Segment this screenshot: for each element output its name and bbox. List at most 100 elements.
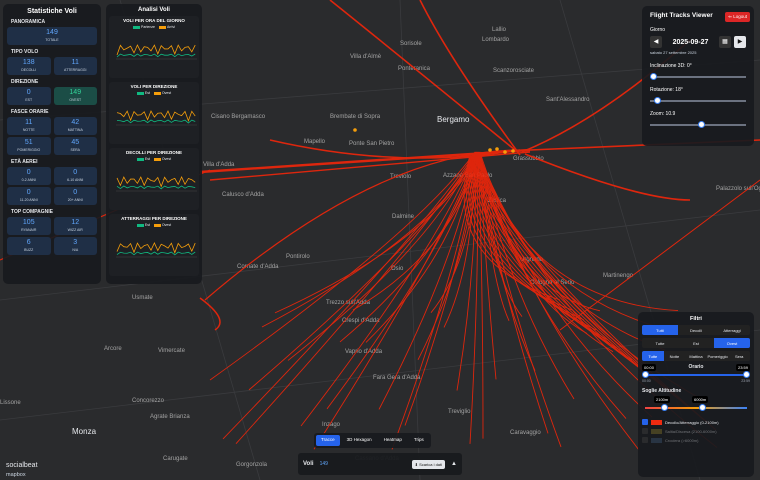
alt-high-checkbox[interactable] bbox=[642, 437, 648, 443]
place-label: Agrate Brianza bbox=[150, 414, 190, 420]
filter-atterraggi[interactable]: Atterraggi bbox=[714, 325, 750, 335]
place-label: Caravaggio bbox=[510, 430, 541, 436]
expand-caret-icon[interactable]: ▲ bbox=[451, 461, 457, 467]
stat-pomeriggio: 51 POMERIGGIO bbox=[7, 137, 51, 155]
time-range[interactable]: 00:00 Orario 23:59 00:00 23:59 bbox=[642, 364, 750, 384]
flight-track bbox=[329, 0, 516, 151]
place-label: Inzago bbox=[322, 422, 341, 428]
statistics-panel: Statistiche Voli PANORAMICA 149 TOTALE TI… bbox=[3, 4, 101, 284]
stat-eta-0-2: 0 0-2 ANNI bbox=[7, 167, 51, 185]
filter-sera[interactable]: Sera bbox=[728, 351, 750, 361]
stat-sera: 45 SERA bbox=[53, 137, 97, 155]
alt-low-checkbox[interactable] bbox=[642, 419, 648, 425]
place-label: Scanzorosciate bbox=[493, 68, 535, 74]
flights-label: Voli bbox=[303, 461, 314, 467]
section-tipo: TIPO VOLO bbox=[11, 49, 39, 55]
alt-mid-checkbox[interactable] bbox=[642, 428, 648, 434]
brand-logo: socialbeat bbox=[6, 462, 38, 469]
analysis-chart-2: VOLI PER DIREZIONE Est Ovest bbox=[109, 82, 199, 144]
tilt-label: Inclinazione 3D: 0° bbox=[650, 63, 692, 69]
section-eta: ETÀ AEREI bbox=[11, 159, 38, 165]
stat-na: 3 N/A bbox=[53, 237, 97, 255]
series-line-1 bbox=[116, 251, 196, 256]
filter-decolli[interactable]: Decolli bbox=[678, 325, 714, 335]
flight-track bbox=[326, 151, 479, 410]
zoom-knob[interactable] bbox=[698, 121, 706, 128]
place-label: Sant'Alessandro bbox=[546, 97, 590, 103]
place-label: Treviglio bbox=[448, 409, 471, 415]
analysis-chart-4: ATTERRAGGI PER DIREZIONE Est Ovest bbox=[109, 214, 199, 276]
logout-button[interactable]: ⇐ Logout bbox=[725, 12, 750, 22]
section-compagnie: TOP COMPAGNIE bbox=[11, 209, 53, 215]
mini-chart-plot bbox=[116, 176, 197, 192]
flight-track bbox=[524, 153, 691, 201]
next-day-button[interactable]: ▶ bbox=[734, 36, 746, 48]
filter-tutte-fasce[interactable]: Tutte bbox=[642, 351, 664, 361]
legend-item: Partenze bbox=[133, 25, 155, 29]
place-label: Palazzolo sull'Oglio bbox=[716, 186, 760, 192]
tab-trips[interactable]: Trips bbox=[409, 435, 429, 446]
altitude-range[interactable]: 2100m 6000m bbox=[642, 396, 750, 416]
alt-high-knob[interactable] bbox=[699, 404, 706, 411]
analysis-chart-1: VOLI PER ORA DEL GIORNO Partenze Arrivi bbox=[109, 16, 199, 78]
tab-tracce[interactable]: Tracce bbox=[316, 435, 340, 446]
view-tabs: Tracce 3D Hexagon Heatmap Trips bbox=[314, 433, 431, 448]
stat-mattina: 42 MATTINA bbox=[53, 117, 97, 135]
alt-row-low[interactable]: Decollo/Atterraggio (0-2100m) bbox=[642, 419, 750, 425]
legend-item: Ovest bbox=[153, 157, 171, 161]
alt-row-high[interactable]: Crociera (>6000m) bbox=[642, 437, 750, 443]
filter-tutte-dir[interactable]: Tutte bbox=[642, 338, 678, 348]
time-end-knob[interactable] bbox=[743, 371, 750, 378]
type-filter: Tutti Decolli Atterraggi bbox=[642, 325, 750, 335]
filter-pomeriggio[interactable]: Pomeriggio bbox=[707, 351, 729, 361]
flights-count: 149 bbox=[319, 461, 328, 467]
mapbox-logo: mapbox bbox=[6, 472, 26, 478]
filter-notte[interactable]: Notte bbox=[664, 351, 686, 361]
series-line-1 bbox=[116, 53, 196, 58]
section-direzione: DIREZIONE bbox=[11, 79, 39, 85]
place-label: Lissone bbox=[0, 400, 21, 406]
flight-track bbox=[469, 154, 633, 361]
filter-ovest[interactable]: Ovest bbox=[714, 338, 750, 348]
stat-eta-20p: 0 20+ ANNI bbox=[53, 187, 97, 205]
filter-mattina[interactable]: Mattina bbox=[685, 351, 707, 361]
place-label: Monza bbox=[72, 427, 97, 436]
tilt-slider[interactable] bbox=[650, 73, 746, 80]
chart-title: DECOLLI PER DIREZIONE bbox=[125, 150, 182, 155]
tab-heatmap[interactable]: Heatmap bbox=[379, 435, 407, 446]
date-subtitle: sabato 27 settembre 2025 bbox=[650, 50, 697, 55]
filter-tutti[interactable]: Tutti bbox=[642, 325, 678, 335]
stat-eta-11-20: 0 11-20 ANNI bbox=[7, 187, 51, 205]
time-start-knob[interactable] bbox=[642, 371, 649, 378]
airport-marker bbox=[511, 149, 515, 153]
date-value: 2025-09-27 bbox=[672, 38, 709, 46]
flights-bar[interactable]: Voli 149 ⬇ Scarica i dati ▲ bbox=[298, 453, 462, 475]
filter-est[interactable]: Est bbox=[678, 338, 714, 348]
calendar-icon[interactable]: ▦ bbox=[719, 36, 731, 48]
legend-item: Est bbox=[136, 91, 150, 95]
series-line-2 bbox=[116, 176, 196, 188]
place-label: Dalmine bbox=[392, 214, 415, 220]
tilt-knob[interactable] bbox=[650, 73, 657, 80]
place-label: Arcore bbox=[104, 346, 122, 352]
stat-totale: 149 TOTALE bbox=[7, 27, 97, 45]
rotation-knob[interactable] bbox=[654, 97, 662, 104]
stat-eta-6-10: 0 6-10 ANNI bbox=[53, 167, 97, 185]
flight-track bbox=[419, 0, 521, 156]
alt-row-mid[interactable]: Salita/Discesa (2100-6000m) bbox=[642, 428, 750, 434]
stat-est: 0 EST bbox=[7, 87, 51, 105]
alt-low-knob[interactable] bbox=[661, 404, 668, 411]
day-label: Giorno bbox=[650, 27, 666, 33]
place-label: Ponte San Pietro bbox=[349, 141, 395, 147]
time-end-label: 23:59 bbox=[735, 364, 750, 371]
tab-3d-hexagon[interactable]: 3D Hexagon bbox=[342, 435, 377, 446]
place-label: Lallio bbox=[492, 27, 507, 33]
place-label: Usmate bbox=[132, 295, 153, 301]
place-label: Cisano Bergamasco bbox=[211, 114, 266, 120]
prev-day-button[interactable]: ◀ bbox=[650, 36, 662, 48]
zoom-slider[interactable] bbox=[650, 121, 746, 128]
analysis-chart-3: DECOLLI PER DIREZIONE Est Ovest bbox=[109, 148, 199, 210]
rotation-slider[interactable] bbox=[650, 97, 746, 104]
legend-item: Arrivi bbox=[159, 25, 175, 29]
download-button[interactable]: ⬇ Scarica i dati bbox=[411, 459, 446, 469]
